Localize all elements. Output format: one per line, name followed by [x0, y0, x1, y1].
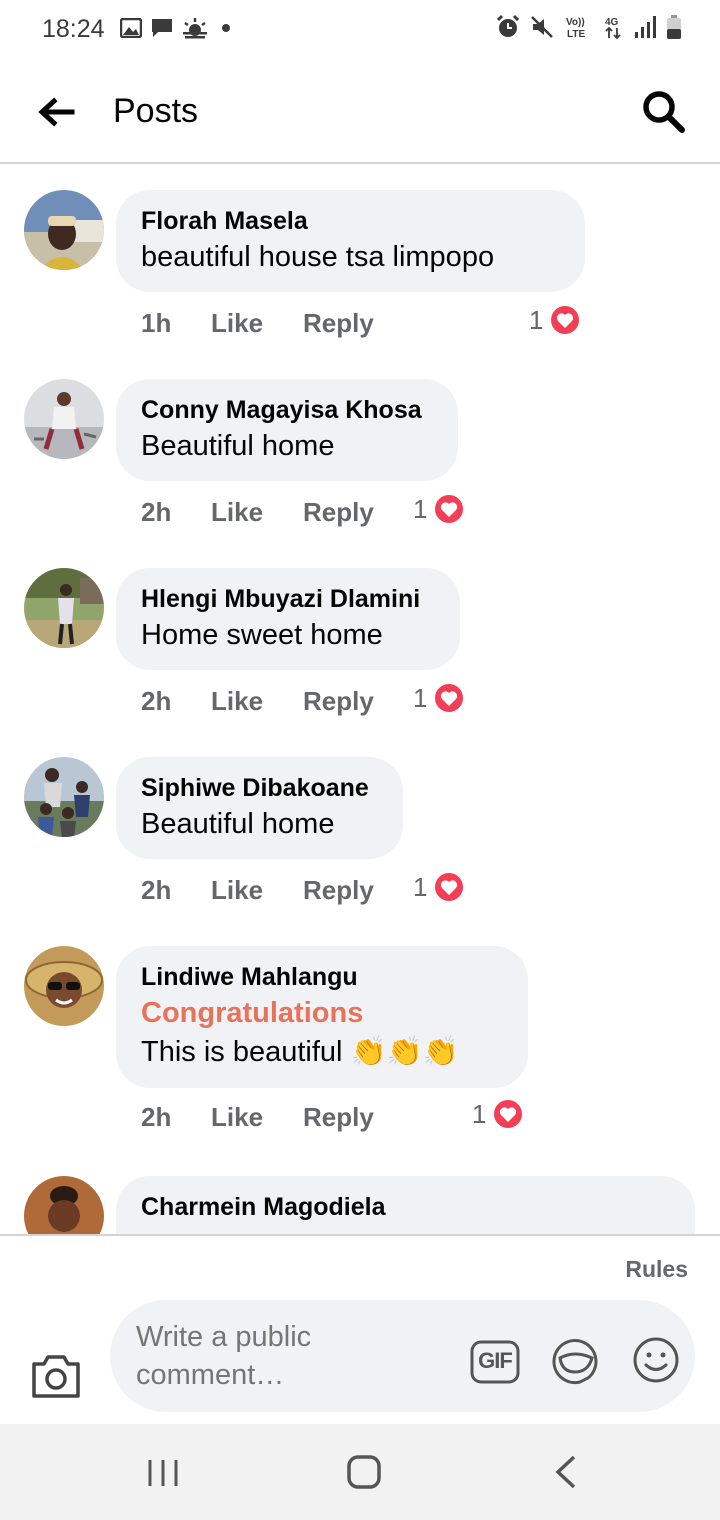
volte-icon: Vo))LTE — [566, 17, 585, 40]
love-reaction-icon — [492, 1098, 525, 1130]
emoji-icon[interactable] — [632, 1336, 680, 1384]
reaction-summary[interactable]: 1 — [413, 493, 466, 525]
avatar[interactable] — [24, 568, 104, 648]
4g-icon: 4G — [605, 17, 621, 40]
status-time: 18:24 — [42, 15, 105, 43]
gif-label: GIF — [478, 1348, 513, 1373]
like-button[interactable]: Like — [211, 497, 303, 528]
system-nav-bar — [0, 1424, 720, 1520]
comment-author[interactable]: Florah Masela — [141, 204, 560, 238]
back-icon[interactable] — [552, 1454, 580, 1490]
comment-tag-label[interactable]: Congratulations — [141, 994, 503, 1033]
battery-icon — [667, 15, 681, 39]
app-bar: Posts — [0, 62, 720, 164]
gallery-icon — [120, 18, 142, 38]
comment-bubble[interactable]: Hlengi Mbuyazi Dlamini Home sweet home — [116, 568, 460, 670]
comment-text: Home sweet home — [141, 619, 383, 651]
sticker-icon[interactable] — [550, 1336, 600, 1386]
comment-text: Beautiful home — [141, 808, 335, 840]
reply-button[interactable]: Reply — [303, 686, 374, 717]
love-reaction-icon — [433, 493, 466, 525]
status-bar: 18:24 Vo)) LTE 4G — [0, 0, 720, 62]
comment-time[interactable]: 2h — [141, 875, 211, 906]
comment-bubble[interactable]: Florah Masela beautiful house tsa limpop… — [116, 190, 585, 292]
comment-time[interactable]: 2h — [141, 686, 211, 717]
comment-bubble[interactable]: Lindiwe Mahlangu Congratulations This is… — [116, 946, 528, 1088]
dot-icon — [222, 24, 230, 32]
reply-button[interactable]: Reply — [303, 497, 374, 528]
like-button[interactable]: Like — [211, 308, 303, 339]
home-icon[interactable] — [346, 1454, 382, 1490]
comment-author[interactable]: Conny Magayisa Khosa — [141, 393, 433, 427]
reaction-summary[interactable]: 1 — [472, 1098, 525, 1130]
comment-time[interactable]: 2h — [141, 497, 211, 528]
signal-icon — [635, 16, 656, 38]
like-button[interactable]: Like — [211, 686, 303, 717]
recents-icon[interactable] — [146, 1456, 180, 1490]
comment-text: beautiful house tsa limpopo — [141, 241, 495, 273]
alarm-icon — [496, 14, 520, 37]
comment-composer-bar: Rules GIF — [0, 1234, 720, 1426]
like-button[interactable]: Like — [211, 875, 303, 906]
reply-button[interactable]: Reply — [303, 1102, 374, 1133]
comment-bubble[interactable]: Siphiwe Dibakoane Beautiful home — [116, 757, 403, 859]
svg-text:Vo)): Vo)) — [566, 17, 585, 28]
camera-icon[interactable] — [30, 1352, 82, 1400]
back-arrow-icon[interactable] — [36, 92, 76, 132]
comment-author[interactable]: Lindiwe Mahlangu — [141, 960, 503, 994]
comment-author[interactable]: Charmein Magodiela — [141, 1190, 670, 1224]
love-reaction-icon — [433, 682, 466, 714]
mute-icon — [531, 16, 553, 38]
avatar[interactable] — [24, 757, 104, 837]
love-reaction-icon — [433, 871, 466, 903]
comment-list[interactable]: Florah Masela beautiful house tsa limpop… — [0, 164, 720, 1234]
reaction-summary[interactable]: 1 — [529, 304, 582, 336]
reaction-summary[interactable]: 1 — [413, 682, 466, 714]
comment-text: This is beautiful 👏👏👏 — [141, 1036, 459, 1068]
reaction-count: 1 — [529, 304, 544, 335]
reaction-count: 1 — [413, 493, 428, 524]
reply-button[interactable]: Reply — [303, 308, 374, 339]
love-reaction-icon — [549, 304, 582, 336]
reaction-count: 1 — [472, 1098, 487, 1129]
avatar[interactable] — [24, 946, 104, 1026]
avatar[interactable] — [24, 1176, 104, 1234]
avatar[interactable] — [24, 190, 104, 270]
comment-author[interactable]: Siphiwe Dibakoane — [141, 771, 378, 805]
comment-time[interactable]: 1h — [141, 308, 211, 339]
reaction-count: 1 — [413, 871, 428, 902]
page-title: Posts — [113, 92, 199, 130]
message-icon — [152, 19, 172, 37]
like-button[interactable]: Like — [211, 1102, 303, 1133]
comment-time[interactable]: 2h — [141, 1102, 211, 1133]
comment-text: Beautiful home — [141, 430, 335, 462]
comment-input[interactable] — [136, 1318, 366, 1398]
reaction-count: 1 — [413, 682, 428, 713]
reply-button[interactable]: Reply — [303, 875, 374, 906]
gif-button[interactable]: GIF — [470, 1338, 520, 1386]
search-icon[interactable] — [640, 88, 686, 134]
avatar[interactable] — [24, 379, 104, 459]
svg-text:LTE: LTE — [567, 29, 585, 40]
svg-text:4G: 4G — [605, 17, 619, 28]
reaction-summary[interactable]: 1 — [413, 871, 466, 903]
comment-input-box[interactable]: GIF — [110, 1300, 695, 1412]
comment-bubble[interactable]: Charmein Magodiela — [116, 1176, 695, 1234]
comment-bubble[interactable]: Conny Magayisa Khosa Beautiful home — [116, 379, 458, 481]
weather-icon — [183, 18, 207, 39]
rules-link[interactable]: Rules — [625, 1256, 688, 1283]
comment-author[interactable]: Hlengi Mbuyazi Dlamini — [141, 582, 435, 616]
